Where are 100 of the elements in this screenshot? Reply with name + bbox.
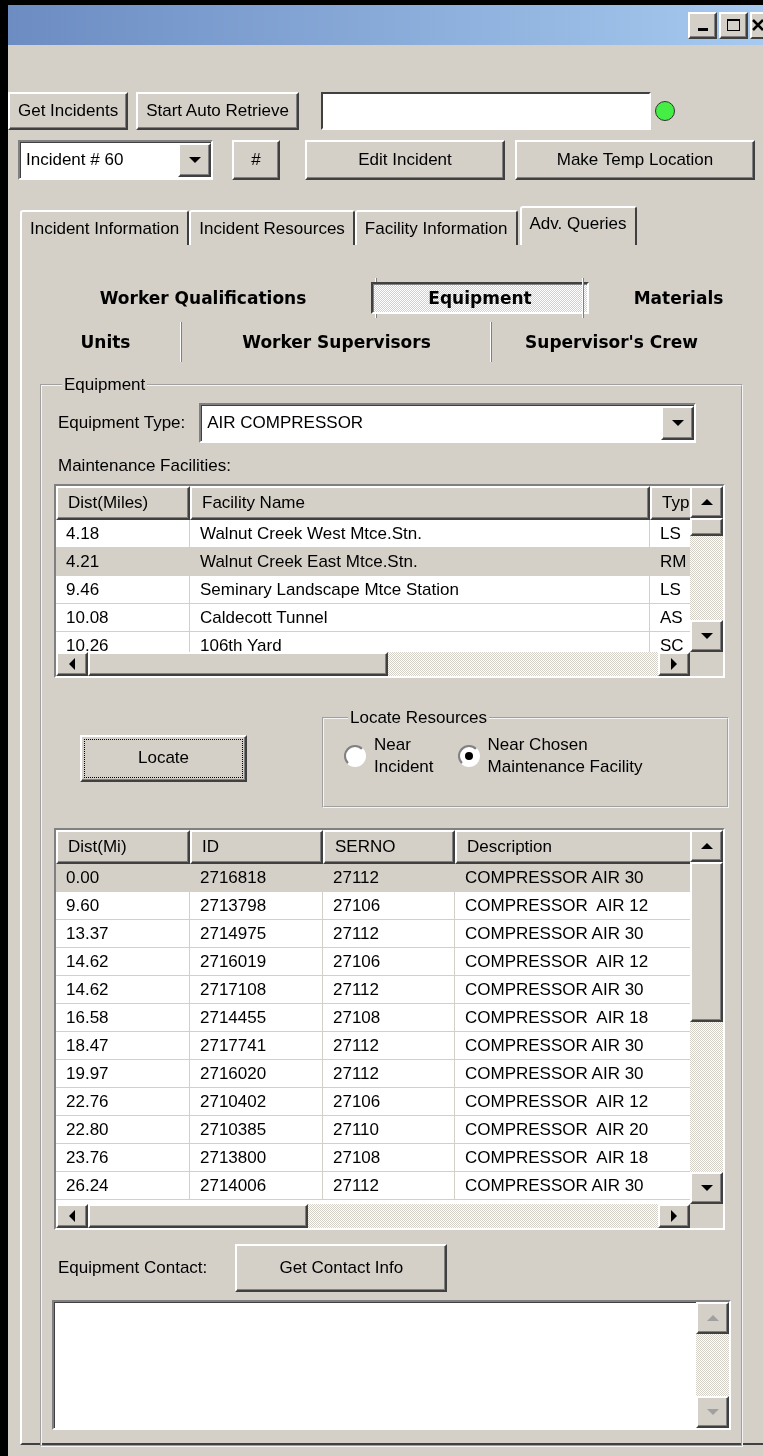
vertical-scrollbar[interactable] bbox=[690, 486, 723, 652]
scroll-down-icon bbox=[700, 1182, 713, 1194]
selected-row[interactable]: 0.00 2716818 27112 COMPRESSOR AIR 30 bbox=[56, 864, 690, 892]
table-cell: 4.21 bbox=[56, 548, 190, 576]
table-cell: 2716019 bbox=[190, 948, 323, 976]
scroll-down-icon bbox=[700, 630, 713, 642]
radio-label: Near Chosen Maintenance Facility bbox=[487, 734, 643, 779]
table-cell: 26.24 bbox=[56, 1172, 190, 1200]
table-cell: 19.97 bbox=[56, 1060, 190, 1088]
scroll-up-icon bbox=[706, 1312, 719, 1324]
table-cell: 14.62 bbox=[56, 976, 190, 1004]
tab[interactable]: Incident Resources bbox=[189, 210, 355, 245]
scroll-up-icon bbox=[700, 840, 713, 852]
contact-button[interactable]: Get Contact Info bbox=[235, 1244, 448, 1292]
scroll-thumb[interactable] bbox=[88, 652, 388, 676]
table-cell: 9.60 bbox=[56, 892, 190, 920]
table-cell: 2710385 bbox=[190, 1116, 323, 1144]
locate-button[interactable]: Locate bbox=[80, 734, 247, 782]
query-tab[interactable]: Materials bbox=[621, 282, 736, 314]
table-cell: 10.08 bbox=[56, 604, 190, 632]
table-cell: 13.37 bbox=[56, 920, 190, 948]
action-button[interactable]: Edit Incident bbox=[305, 140, 505, 180]
radio-button[interactable] bbox=[457, 745, 480, 768]
field-label: Equipment Type: bbox=[58, 413, 186, 433]
scroll-down-icon bbox=[706, 1406, 719, 1418]
vertical-scrollbar[interactable] bbox=[690, 830, 723, 1204]
maximize-button[interactable] bbox=[719, 11, 748, 39]
query-tab[interactable]: Worker Supervisors bbox=[230, 326, 443, 358]
dropdown-arrow-icon bbox=[671, 417, 684, 429]
column-header[interactable]: Dist(Mi) bbox=[56, 830, 190, 864]
scroll-thumb[interactable] bbox=[88, 1204, 308, 1228]
toolbar-button[interactable]: Get Incidents bbox=[8, 92, 129, 130]
incident-dropdown[interactable]: Incident # 60 bbox=[18, 140, 213, 180]
table-cell: Caldecott Tunnel bbox=[190, 604, 650, 632]
table-cell: 22.80 bbox=[56, 1116, 190, 1144]
table-cell: 2710402 bbox=[190, 1088, 323, 1116]
contact-text-area[interactable] bbox=[52, 1300, 731, 1430]
scroll-thumb[interactable] bbox=[690, 862, 723, 1022]
table-cell: 27108 bbox=[323, 1004, 455, 1032]
query-tab[interactable]: Units bbox=[68, 326, 143, 358]
table-cell: 27112 bbox=[323, 1172, 455, 1200]
scroll-right-icon bbox=[668, 658, 680, 670]
action-button[interactable]: Make Temp Location bbox=[515, 140, 755, 180]
table-cell: 27112 bbox=[323, 1032, 455, 1060]
horizontal-scrollbar[interactable] bbox=[56, 652, 690, 676]
table-cell: Seminary Landscape Mtce Station bbox=[190, 576, 650, 604]
radio-label: Near Incident bbox=[374, 734, 434, 779]
maximize-icon bbox=[727, 19, 740, 31]
number-button[interactable]: # bbox=[232, 140, 280, 180]
tab[interactable]: Facility Information bbox=[354, 210, 518, 245]
table-cell: 27110 bbox=[323, 1116, 455, 1144]
table-cell: 2714455 bbox=[190, 1004, 323, 1032]
dropdown-arrow-icon bbox=[188, 154, 201, 166]
horizontal-scrollbar[interactable] bbox=[56, 1204, 690, 1228]
tab[interactable]: Adv. Queries bbox=[519, 206, 637, 245]
scroll-thumb[interactable] bbox=[690, 518, 723, 536]
field-label: Maintenance Facilities: bbox=[58, 456, 232, 477]
status-field[interactable] bbox=[320, 92, 651, 130]
query-tab[interactable]: Equipment bbox=[371, 282, 589, 314]
selected-row[interactable]: 4.21 Walnut Creek East Mtce.Stn. RM bbox=[56, 548, 690, 576]
tab[interactable]: Incident Information bbox=[20, 210, 190, 245]
close-icon bbox=[752, 19, 763, 31]
minimize-icon bbox=[697, 27, 708, 31]
table-cell: 27106 bbox=[323, 948, 455, 976]
equipment-type-dropdown[interactable]: AIR COMPRESSOR bbox=[199, 403, 697, 443]
table-cell: 2713800 bbox=[190, 1144, 323, 1172]
table-cell: 9.46 bbox=[56, 576, 190, 604]
table-cell: 2714006 bbox=[190, 1172, 323, 1200]
radio-button[interactable] bbox=[344, 745, 366, 768]
table-cell: 16.58 bbox=[56, 1004, 190, 1032]
column-header[interactable]: Dist(Miles) bbox=[56, 486, 190, 520]
table-cell: 18.47 bbox=[56, 1032, 190, 1060]
column-header[interactable]: Typ bbox=[650, 486, 690, 520]
scroll-up-icon bbox=[700, 496, 713, 508]
query-tab[interactable]: Supervisor's Crew bbox=[513, 326, 710, 358]
table-cell: 27106 bbox=[323, 892, 455, 920]
scroll-right-icon bbox=[668, 1210, 680, 1222]
group-title: Locate Resources bbox=[349, 708, 489, 728]
table-cell: 27108 bbox=[323, 1144, 455, 1172]
column-header[interactable]: Facility Name bbox=[190, 486, 650, 520]
table-cell: 2714975 bbox=[190, 920, 323, 948]
column-header[interactable]: ID bbox=[190, 830, 323, 864]
table-cell: Walnut Creek East Mtce.Stn. bbox=[190, 548, 650, 576]
query-tab[interactable]: Worker Qualifications bbox=[87, 282, 319, 314]
table-cell: 23.76 bbox=[56, 1144, 190, 1172]
column-header[interactable]: Description bbox=[455, 830, 690, 864]
table-cell: 27112 bbox=[323, 976, 455, 1004]
minimize-button[interactable] bbox=[688, 11, 717, 39]
table-cell: 2713798 bbox=[190, 892, 323, 920]
table-cell: 22.76 bbox=[56, 1088, 190, 1116]
table-cell: 27112 bbox=[323, 920, 455, 948]
table-cell: 2716818 bbox=[190, 864, 323, 892]
field-label: Equipment Contact: bbox=[58, 1258, 208, 1278]
table-cell: 0.00 bbox=[56, 864, 190, 892]
table-cell: 2716020 bbox=[190, 1060, 323, 1088]
table-cell: 14.62 bbox=[56, 948, 190, 976]
toolbar-button[interactable]: Start Auto Retrieve bbox=[136, 92, 299, 130]
table-cell: 2717108 bbox=[190, 976, 323, 1004]
table-cell: 27106 bbox=[323, 1088, 455, 1116]
column-header[interactable]: SERNO bbox=[323, 830, 455, 864]
